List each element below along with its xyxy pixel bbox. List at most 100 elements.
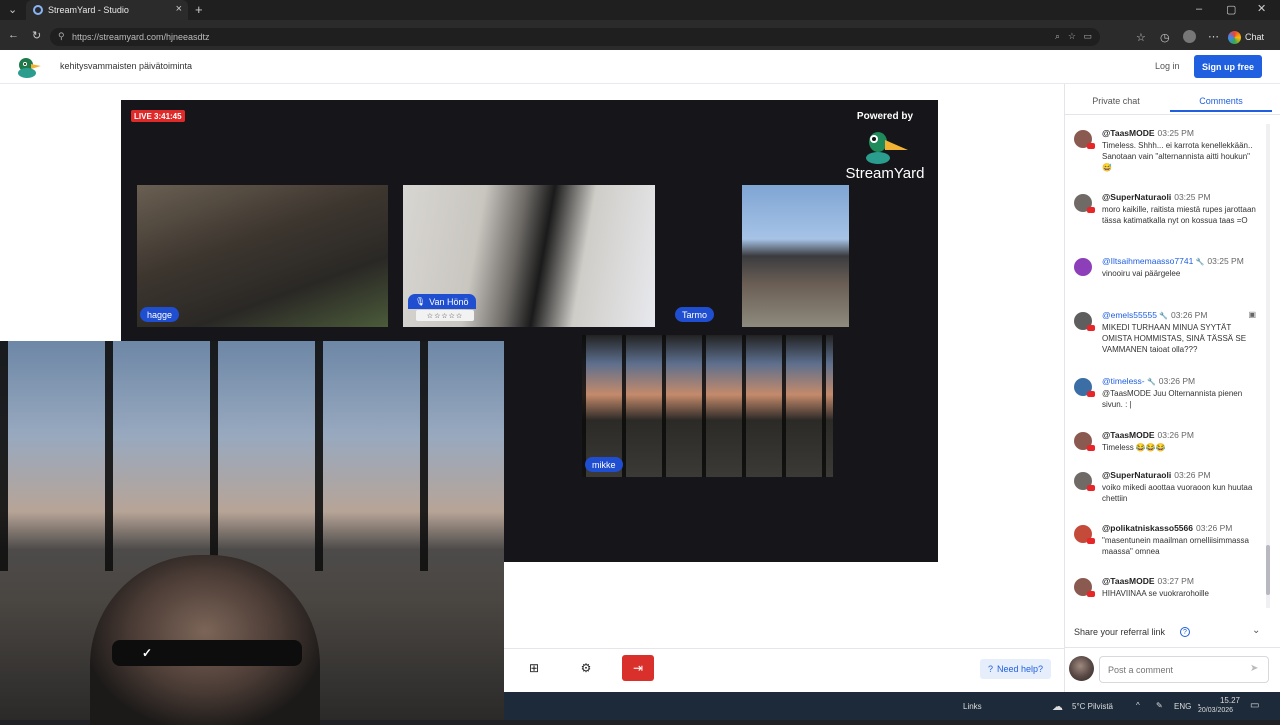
history-icon[interactable]: ◷ <box>1160 31 1170 44</box>
comment-input[interactable] <box>1099 656 1269 683</box>
favorites-icon[interactable]: ☆ <box>1136 31 1146 44</box>
comment-author: @emels55555 <box>1102 310 1157 320</box>
comment-author: @SuperNaturaoli <box>1102 192 1172 202</box>
tray-chevron-icon[interactable]: ^ <box>1136 701 1140 710</box>
streamyard-favicon-icon <box>33 5 43 15</box>
comment-time: 03:25 PM <box>1157 128 1194 138</box>
comment-text: moro kaikille, raitista miestä rupes jar… <box>1102 205 1256 225</box>
comment-author: @polikatniskasso5566 <box>1102 523 1193 533</box>
comment-text: HIHAVIINAA se vuokrarohoille <box>1102 589 1210 598</box>
reload-icon[interactable]: ↻ <box>32 29 41 42</box>
minimize-icon[interactable]: – <box>1196 3 1202 15</box>
comment-author: @TaasMODE <box>1102 128 1155 138</box>
comment-author: @TaasMODE <box>1102 576 1155 586</box>
reader-view-icon[interactable]: ▭ <box>1083 31 1092 42</box>
pen-icon[interactable]: ✎ <box>1156 701 1163 710</box>
tab-comments[interactable]: Comments <box>1170 90 1272 112</box>
comment-time: 03:25 PM <box>1174 192 1211 202</box>
windows-taskbar <box>504 692 1280 720</box>
need-help-label: Need help? <box>997 664 1044 674</box>
new-tab-button[interactable]: + <box>195 2 203 17</box>
powered-by-label: Powered by <box>856 111 914 122</box>
name-tag-van-hono: 🎙 Van Hönö <box>408 294 476 309</box>
webcam-headband <box>112 640 302 666</box>
share-screen-icon: ⊞ <box>528 661 540 675</box>
back-icon[interactable]: ← <box>8 29 19 41</box>
login-link[interactable]: Log in <box>1155 61 1180 71</box>
wrench-icon: 🔧 <box>1147 379 1156 386</box>
youtube-icon <box>1087 538 1095 544</box>
comment-text: Timeless. Shhh... ei karrota kenellekkää… <box>1102 141 1253 172</box>
studio-title: kehitysvammaisten päivätoiminta <box>60 61 193 71</box>
copy-icon[interactable]: ▣ <box>1248 310 1256 319</box>
zoom-icon[interactable]: ⌕ <box>1055 31 1060 42</box>
need-help-button[interactable]: ? Need help? <box>980 659 1052 679</box>
tab-list-chevron-icon[interactable]: ⌄ <box>8 3 17 16</box>
comments-scrollbar-thumb[interactable] <box>1266 545 1270 595</box>
address-bar[interactable]: ⚲ https://streamyard.com/hjneeasdtz ⌕ ☆ … <box>50 28 1100 46</box>
comments-scrollbar[interactable] <box>1266 124 1270 608</box>
window-frame <box>0 341 504 571</box>
send-icon[interactable]: ➤ <box>1250 663 1258 674</box>
comment-time: 03:26 PM <box>1157 430 1194 440</box>
browser-tab[interactable]: StreamYard - Studio × <box>26 0 188 20</box>
browser-tab-strip: ⌄ StreamYard - Studio × + – ▢ ✕ <box>0 0 1280 20</box>
leave-studio-button[interactable]: ⇥ <box>622 655 654 681</box>
streamyard-brand-text: StreamYard <box>845 165 925 182</box>
taskbar-weather[interactable]: 5°C Pilvistä <box>1072 702 1113 711</box>
settings-button[interactable]: ⚙ <box>570 655 602 681</box>
window-close-icon[interactable]: ✕ <box>1257 2 1266 15</box>
copilot-icon <box>1228 30 1241 44</box>
taskbar-time[interactable]: 15.27 <box>1210 696 1240 705</box>
comments-list[interactable]: @TaasMODE 03:25 PM Timeless. Shhh... ei k… <box>1068 124 1262 608</box>
participant-video-tarmo[interactable] <box>742 185 849 327</box>
comment-time: 03:26 PM <box>1158 376 1196 386</box>
swoosh-logo-icon: ✓ <box>142 646 153 660</box>
participant-video-mikke[interactable] <box>582 335 833 477</box>
site-info-icon[interactable]: ⚲ <box>58 31 65 42</box>
cloud-icon: ☁ <box>1052 701 1063 713</box>
live-badge: LIVE 3:41:45 <box>131 110 185 122</box>
copilot-chat-button[interactable]: Chat <box>1228 28 1276 46</box>
comment-author: @Iltsaihmemaasso7741 <box>1102 256 1194 266</box>
tab-private-chat[interactable]: Private chat <box>1064 90 1168 112</box>
commenter-avatar <box>1074 258 1092 276</box>
window-frame <box>582 335 833 477</box>
info-icon[interactable]: ? <box>1180 627 1190 637</box>
comment-text: "masentunein maailman ornelliisimmassa m… <box>1102 536 1249 556</box>
wrench-icon: 🔧 <box>1195 259 1205 266</box>
favorite-star-icon[interactable]: ☆ <box>1068 31 1076 42</box>
youtube-icon <box>1087 391 1095 397</box>
name-tag-van-label: Van Hönö <box>429 296 469 307</box>
notification-icon[interactable]: ▭ <box>1250 700 1259 711</box>
profile-avatar[interactable] <box>1183 30 1196 43</box>
comment-item: @SuperNaturaoli 03:26 PM voiko mikedi aoo… <box>1072 470 1258 504</box>
comment-time: 03:26 PM <box>1195 523 1233 533</box>
taskbar-language[interactable]: ENG <box>1174 702 1191 711</box>
taskbar-date[interactable]: 20/03/2026 <box>1198 707 1233 714</box>
comment-item: @SuperNaturaoli 03:25 PM moro kaikille, r… <box>1072 192 1258 226</box>
comment-time: 03:25 PM <box>1207 256 1244 266</box>
comment-item: @Iltsaihmemaasso7741 🔧 03:25 PM vinooiru … <box>1072 256 1258 279</box>
youtube-icon <box>1087 143 1095 149</box>
participant-video-hagge[interactable] <box>137 185 388 327</box>
comment-author: @SuperNaturaoli <box>1102 470 1172 480</box>
chevron-down-icon[interactable]: ⌄ <box>1252 625 1260 636</box>
tab-title: StreamYard - Studio <box>48 5 129 15</box>
comment-time: 03:27 PM <box>1157 576 1194 586</box>
url-text: https://streamyard.com/hjneeasdtz <box>72 32 210 42</box>
comment-item: @polikatniskasso5566 03:26 PM "masentunei… <box>1072 523 1258 557</box>
streamyard-logo-icon[interactable] <box>16 56 42 78</box>
tab-close-icon[interactable]: × <box>176 3 182 15</box>
share-screen-button[interactable]: ⊞ <box>518 655 550 681</box>
youtube-icon <box>1087 207 1095 213</box>
comment-author: @TaasMODE <box>1102 430 1155 440</box>
comment-item: @TaasMODE 03:25 PM Timeless. Shhh... ei k… <box>1072 128 1258 173</box>
maximize-icon[interactable]: ▢ <box>1226 3 1236 16</box>
comment-time: 03:26 PM <box>1171 310 1208 320</box>
browser-menu-icon[interactable]: ⋯ <box>1208 30 1219 43</box>
referral-link-toggle[interactable]: Share your referral link <box>1074 627 1165 637</box>
name-tag-hagge: hagge <box>140 307 180 322</box>
taskbar-links[interactable]: Links <box>963 702 982 711</box>
signup-button[interactable]: Sign up free <box>1194 55 1262 78</box>
